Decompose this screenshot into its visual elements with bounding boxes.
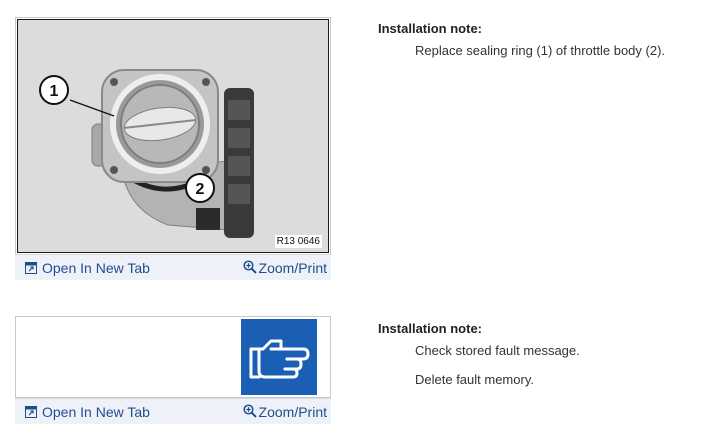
callout-1-label: 1	[50, 83, 59, 100]
zoom-print-link[interactable]: Zoom/Print	[242, 260, 327, 276]
figure-link-bar: Open In New Tab Zoom/Print	[15, 398, 331, 424]
figure-frame	[15, 316, 331, 398]
figure-frame: 1 2 R13 0646	[15, 17, 331, 255]
zoom-print-label: Zoom/Print	[258, 404, 327, 420]
image-reference-code: R13 0646	[274, 235, 322, 248]
zoom-print-label: Zoom/Print	[258, 260, 327, 276]
callout-2-label: 2	[196, 181, 205, 198]
figure-throttle-body: 1 2 R13 0646 Open In New Tab Zoom/Print	[15, 17, 331, 280]
callout-1: 1	[39, 75, 69, 105]
new-tab-icon	[25, 406, 37, 418]
figure-link-bar: Open In New Tab Zoom/Print	[15, 254, 331, 280]
note-line: Replace sealing ring (1) of throttle bod…	[415, 43, 666, 58]
installation-note-1: Installation note: Replace sealing ring …	[378, 21, 665, 58]
note-title: Installation note:	[378, 21, 482, 36]
zoom-icon	[242, 260, 257, 274]
note-title: Installation note:	[378, 321, 482, 336]
pointing-hand-icon[interactable]	[241, 319, 317, 395]
figure-pointing-hand: Open In New Tab Zoom/Print	[15, 316, 331, 425]
open-in-new-tab-link[interactable]: Open In New Tab	[25, 404, 150, 420]
throttle-body-illustration: 1 2	[18, 20, 328, 252]
open-in-new-tab-label: Open In New Tab	[42, 404, 150, 420]
zoom-print-link[interactable]: Zoom/Print	[242, 404, 327, 420]
callout-2: 2	[185, 173, 215, 203]
note-line: Delete fault memory.	[415, 372, 534, 387]
throttle-body-photo[interactable]: 1 2 R13 0646	[17, 19, 329, 253]
new-tab-icon	[25, 262, 37, 274]
open-in-new-tab-link[interactable]: Open In New Tab	[25, 260, 150, 276]
note-line: Check stored fault message.	[415, 343, 580, 358]
open-in-new-tab-label: Open In New Tab	[42, 260, 150, 276]
zoom-icon	[242, 404, 257, 418]
installation-note-2: Installation note: Check stored fault me…	[378, 321, 580, 387]
